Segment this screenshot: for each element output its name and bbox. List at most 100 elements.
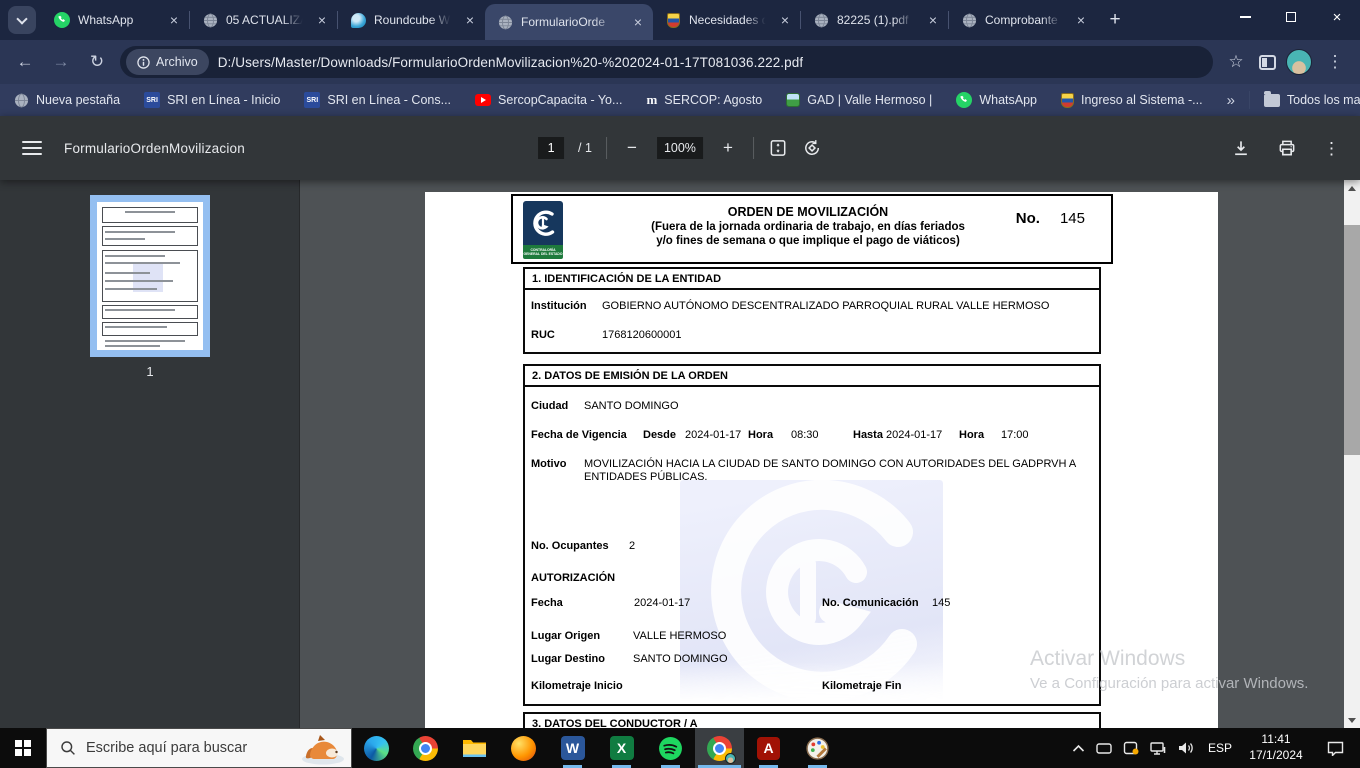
rotate-button[interactable]: [802, 138, 822, 158]
hasta-value: 2024-01-17: [886, 429, 943, 441]
document-subtitle-2: y/o fines de semana o que implique el pa…: [656, 234, 960, 247]
section-datos-conductor: 3. DATOS DEL CONDUCTOR / A: [523, 712, 1101, 728]
taskbar-chrome-icon[interactable]: [401, 728, 450, 768]
reload-button[interactable]: ↻: [84, 52, 110, 72]
bookmark-label: SRI en Línea - Inicio: [167, 93, 281, 107]
notification-center-button[interactable]: [1318, 741, 1352, 756]
new-tab-button[interactable]: +: [1100, 5, 1130, 35]
pdf-content-area: 1 CONTRALORÍA GENERAL DEL ESTADO ORDEN D…: [0, 180, 1360, 728]
tab-close-button[interactable]: ×: [629, 13, 647, 31]
tab-close-button[interactable]: ×: [165, 11, 183, 29]
bookmark-sercop-agosto[interactable]: m SERCOP: Agosto: [646, 92, 762, 108]
window-minimize-button[interactable]: [1222, 0, 1268, 34]
taskbar-file-explorer-icon[interactable]: [450, 728, 499, 768]
notification-icon: [1327, 741, 1343, 756]
km-inicio-label: Kilometraje Inicio: [531, 680, 623, 692]
km-fin-label: Kilometraje Fin: [822, 680, 902, 692]
paint-palette-icon: [806, 736, 829, 760]
folder-icon: [463, 740, 486, 757]
taskbar-search-input[interactable]: [86, 740, 287, 756]
bookmarks-right-group: » Todos los marcadores: [1227, 90, 1360, 109]
crest-icon: [665, 12, 681, 28]
address-bar[interactable]: Archivo D:/Users/Master/Downloads/Formul…: [120, 46, 1213, 78]
tray-update-icon[interactable]: [1123, 741, 1139, 755]
scroll-down-button[interactable]: [1344, 712, 1360, 728]
zoom-in-button[interactable]: +: [717, 138, 739, 158]
pdf-toolbar: FormularioOrdenMovilizacion / 1 − 100% +…: [0, 116, 1360, 180]
zoom-out-button[interactable]: −: [621, 138, 643, 158]
taskbar-edge-icon[interactable]: [352, 728, 401, 768]
pdf-viewer: CONTRALORÍA GENERAL DEL ESTADO ORDEN DE …: [300, 180, 1360, 728]
section-identificacion: 1. IDENTIFICACIÓN DE LA ENTIDAD Instituc…: [523, 267, 1101, 354]
fit-to-page-button[interactable]: [768, 138, 788, 158]
bookmark-star-button[interactable]: ☆: [1223, 52, 1249, 72]
bookmark-ingreso-sistema[interactable]: Ingreso al Sistema -...: [1060, 92, 1203, 108]
bookmark-sri-consultas[interactable]: SRI SRI en Línea - Cons...: [304, 92, 451, 108]
tab-necesidades[interactable]: Necesidades de ×: [653, 0, 800, 40]
browser-menu-button[interactable]: ⋮: [1322, 52, 1348, 72]
tab-roundcube[interactable]: Roundcube Web ×: [338, 0, 485, 40]
origen-label: Lugar Origen: [531, 630, 601, 642]
language-indicator[interactable]: ESP: [1206, 741, 1234, 755]
hasta-label: Hasta: [853, 429, 883, 441]
window-close-button[interactable]: ×: [1314, 0, 1360, 34]
hora1-label: Hora: [748, 429, 774, 441]
scrollbar-thumb[interactable]: [1344, 225, 1360, 455]
taskbar-firefox-icon[interactable]: [499, 728, 548, 768]
start-button[interactable]: [0, 728, 46, 768]
zoom-level: 100%: [656, 137, 703, 159]
forward-button[interactable]: →: [48, 52, 74, 72]
tab-05-actualizac[interactable]: 05 ACTUALIZACI ×: [190, 0, 337, 40]
tab-close-button[interactable]: ×: [776, 11, 794, 29]
order-number: No. 145: [1016, 210, 1085, 227]
tab-formulario-orden-active[interactable]: FormularioOrde ×: [485, 4, 653, 40]
tray-onedrive-icon[interactable]: [1096, 742, 1112, 755]
motivo-label: Motivo: [531, 458, 567, 470]
tab-search-button[interactable]: [8, 6, 36, 34]
taskbar-excel-icon[interactable]: X: [597, 728, 646, 768]
tab-close-button[interactable]: ×: [924, 11, 942, 29]
tab-close-button[interactable]: ×: [313, 11, 331, 29]
taskbar-search[interactable]: [46, 728, 352, 768]
tab-82225-pdf[interactable]: 82225 (1).pdf ×: [801, 0, 948, 40]
taskbar-chrome-active-icon[interactable]: [695, 728, 744, 768]
section-3-title: 3. DATOS DEL CONDUCTOR / A: [525, 714, 1099, 728]
folder-icon: [1263, 90, 1280, 107]
tab-comprobante[interactable]: Comprobante d ×: [949, 0, 1096, 40]
tray-network-icon[interactable]: [1150, 741, 1167, 755]
bookmark-gad-valle-hermoso[interactable]: GAD | Valle Hermoso |: [786, 93, 932, 107]
page-number-input[interactable]: [538, 137, 565, 159]
taskbar-acrobat-icon[interactable]: A: [744, 728, 793, 768]
bookmark-nueva-pestana[interactable]: Nueva pestaña: [14, 92, 120, 108]
window-maximize-button[interactable]: [1268, 0, 1314, 34]
scroll-up-button[interactable]: [1344, 180, 1360, 196]
back-button[interactable]: ←: [12, 52, 38, 72]
tab-whatsapp[interactable]: WhatsApp ×: [42, 0, 189, 40]
bookmarks-overflow-button[interactable]: »: [1227, 92, 1235, 109]
tab-label: 82225 (1).pdf: [837, 13, 909, 27]
side-panel-button[interactable]: [1259, 54, 1276, 70]
pdf-menu-button[interactable]: [22, 141, 42, 155]
page-thumbnail[interactable]: [90, 195, 210, 357]
taskbar-word-icon[interactable]: W: [548, 728, 597, 768]
browser-toolbar: ← → ↻ Archivo D:/Users/Master/Downloads/…: [0, 40, 1360, 84]
profile-avatar[interactable]: [1286, 49, 1312, 75]
taskbar-spotify-icon[interactable]: [646, 728, 695, 768]
tab-close-button[interactable]: ×: [1072, 11, 1090, 29]
vertical-scrollbar[interactable]: [1344, 180, 1360, 728]
bookmark-sercopcapacita[interactable]: SercopCapacita - Yo...: [475, 93, 622, 107]
pdf-more-button[interactable]: ⋮: [1323, 140, 1340, 157]
tab-label: Comprobante d: [985, 13, 1064, 27]
print-icon[interactable]: [1277, 138, 1297, 158]
tray-chevron-up[interactable]: [1072, 744, 1085, 753]
bookmark-whatsapp[interactable]: WhatsApp: [956, 92, 1037, 108]
globe-icon: [14, 92, 29, 108]
bookmark-sri-inicio[interactable]: SRI SRI en Línea - Inicio: [144, 92, 280, 108]
tab-close-button[interactable]: ×: [461, 11, 479, 29]
download-icon[interactable]: [1231, 138, 1251, 158]
taskbar-clock[interactable]: 11:41 17/1/2024: [1245, 732, 1307, 763]
tray-volume-icon[interactable]: [1178, 741, 1195, 755]
all-bookmarks-button[interactable]: Todos los marcadores: [1263, 90, 1360, 107]
taskbar-paint-icon[interactable]: [793, 728, 842, 768]
site-info-chip[interactable]: Archivo: [126, 49, 209, 75]
